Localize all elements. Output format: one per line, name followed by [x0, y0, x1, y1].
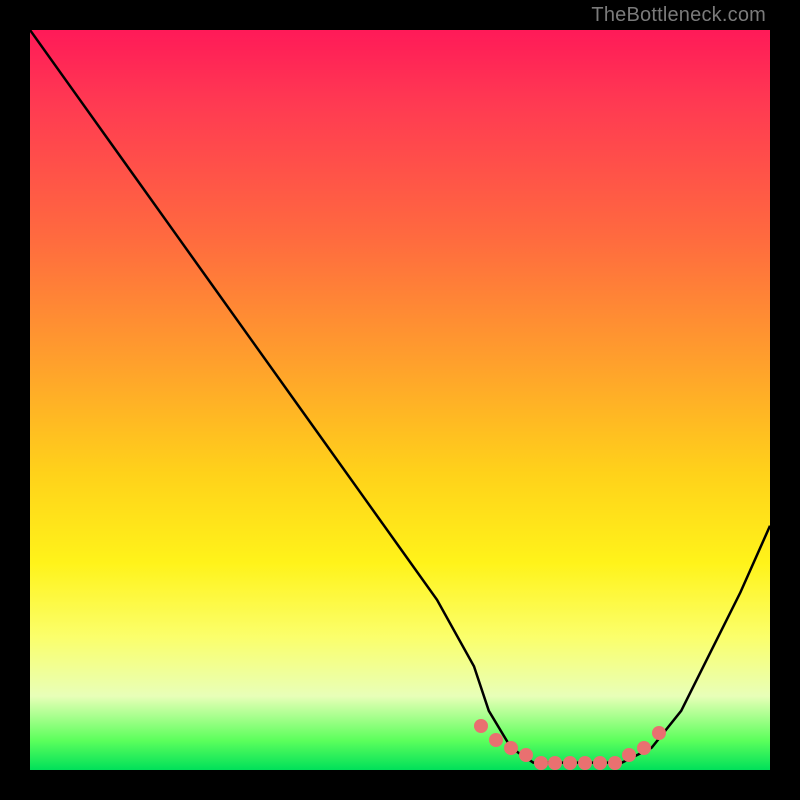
curve-path [30, 30, 770, 763]
bottleneck-curve [30, 30, 770, 770]
optimal-dot [608, 756, 622, 770]
optimal-dot [578, 756, 592, 770]
optimal-dot [622, 748, 636, 762]
optimal-dot [652, 726, 666, 740]
optimal-dot [489, 733, 503, 747]
outer-frame: TheBottleneck.com [0, 0, 800, 800]
optimal-dot [519, 748, 533, 762]
optimal-dot [563, 756, 577, 770]
optimal-dot [474, 719, 488, 733]
gradient-plot-area [30, 30, 770, 770]
optimal-dot [593, 756, 607, 770]
optimal-dot [548, 756, 562, 770]
watermark-label: TheBottleneck.com [591, 4, 766, 27]
optimal-dot [534, 756, 548, 770]
optimal-dot [504, 741, 518, 755]
optimal-dot [637, 741, 651, 755]
